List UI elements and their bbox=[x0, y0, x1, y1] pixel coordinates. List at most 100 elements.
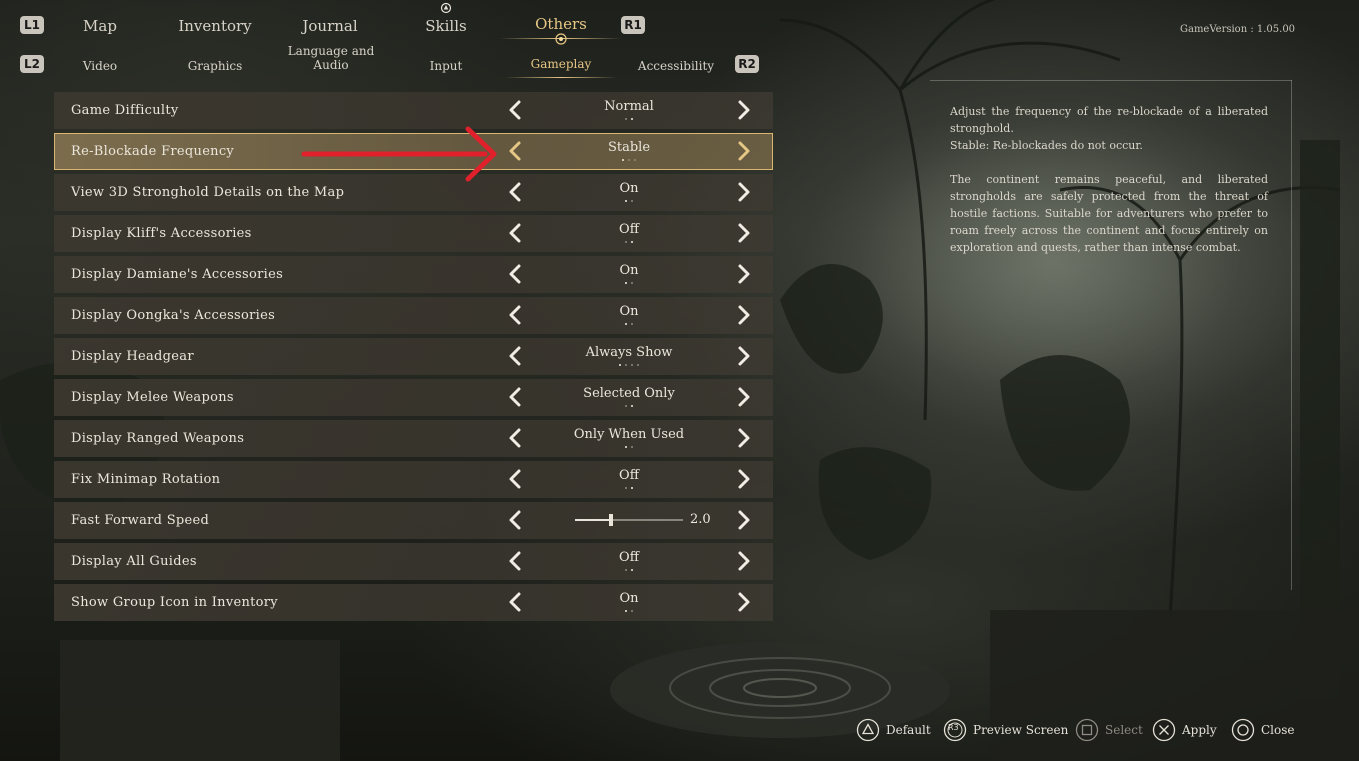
chevron-right-icon[interactable] bbox=[731, 508, 755, 532]
subtab-graphics[interactable]: Graphics bbox=[188, 59, 243, 73]
chevron-right-icon[interactable] bbox=[731, 385, 755, 409]
setting-row[interactable]: Display All Guides Off bbox=[54, 543, 773, 580]
chevron-left-icon[interactable] bbox=[504, 221, 528, 245]
chevron-left-icon[interactable] bbox=[504, 180, 528, 204]
option-dot bbox=[625, 200, 627, 202]
setting-label: Display Damiane's Accessories bbox=[71, 267, 284, 282]
chevron-right-icon[interactable] bbox=[731, 180, 755, 204]
option-dot bbox=[631, 200, 633, 202]
footer-apply[interactable]: Apply bbox=[1152, 718, 1217, 742]
chevron-right-icon[interactable] bbox=[731, 467, 755, 491]
triangle-button-icon bbox=[856, 718, 880, 742]
chevron-right-icon[interactable] bbox=[731, 221, 755, 245]
option-dot bbox=[631, 323, 633, 325]
setting-row[interactable]: Fix Minimap Rotation Off bbox=[54, 461, 773, 498]
setting-row[interactable]: Display Headgear Always Show bbox=[54, 338, 773, 375]
slider-value: 2.0 bbox=[690, 512, 711, 527]
slider-handle[interactable] bbox=[608, 514, 613, 526]
footer-close[interactable]: Close bbox=[1231, 718, 1295, 742]
setting-row[interactable]: Display Ranged Weapons Only When Used bbox=[54, 420, 773, 457]
footer-close-label: Close bbox=[1261, 723, 1295, 737]
r2-button-badge[interactable]: R2 bbox=[735, 55, 759, 73]
footer-preview-screen[interactable]: R3 Preview Screen bbox=[943, 718, 1068, 742]
chevron-left-icon[interactable] bbox=[504, 303, 528, 327]
setting-value: Stable bbox=[607, 140, 651, 155]
active-tab-indicator-icon bbox=[555, 33, 567, 45]
chevron-right-icon[interactable] bbox=[731, 139, 755, 163]
chevron-right-icon[interactable] bbox=[731, 303, 755, 327]
setting-row[interactable]: Show Group Icon in Inventory On bbox=[54, 584, 773, 621]
tab-map[interactable]: Map bbox=[83, 17, 117, 35]
option-dot bbox=[622, 159, 624, 161]
setting-value: Normal bbox=[604, 99, 654, 114]
option-dot bbox=[625, 323, 627, 325]
setting-value: On bbox=[619, 304, 639, 319]
description-panel: Adjust the frequency of the re-blockade … bbox=[950, 103, 1268, 273]
footer-apply-label: Apply bbox=[1182, 723, 1217, 737]
chevron-left-icon[interactable] bbox=[504, 344, 528, 368]
setting-row[interactable]: Display Kliff's Accessories Off bbox=[54, 215, 773, 252]
chevron-left-icon[interactable] bbox=[504, 262, 528, 286]
footer-select: Select bbox=[1075, 718, 1143, 742]
fast-forward-slider[interactable] bbox=[575, 514, 683, 526]
chevron-left-icon[interactable] bbox=[504, 98, 528, 122]
chevron-left-icon[interactable] bbox=[504, 549, 528, 573]
chevron-left-icon[interactable] bbox=[504, 139, 528, 163]
subtab-input[interactable]: Input bbox=[430, 59, 463, 73]
setting-label: Show Group Icon in Inventory bbox=[71, 595, 278, 610]
setting-value: On bbox=[619, 591, 639, 606]
l1-button-badge[interactable]: L1 bbox=[20, 16, 44, 34]
setting-row[interactable]: Game Difficulty Normal bbox=[54, 92, 773, 129]
setting-label: Display Oongka's Accessories bbox=[71, 308, 276, 323]
subtab-active-underline bbox=[505, 77, 617, 78]
option-dot bbox=[625, 118, 627, 120]
option-indicator-dots bbox=[529, 323, 729, 325]
r1-button-badge[interactable]: R1 bbox=[621, 16, 645, 34]
tab-skills[interactable]: Skills bbox=[425, 17, 466, 35]
option-indicator-dots bbox=[529, 487, 729, 489]
chevron-right-icon[interactable] bbox=[731, 426, 755, 450]
chevron-left-icon[interactable] bbox=[504, 467, 528, 491]
description-summary: Adjust the frequency of the re-blockade … bbox=[950, 105, 1268, 135]
option-dot bbox=[631, 610, 633, 612]
skills-notification-icon bbox=[440, 2, 452, 14]
setting-label: Display Melee Weapons bbox=[71, 390, 234, 405]
option-dot bbox=[625, 610, 627, 612]
setting-row[interactable]: Fast Forward Speed 2.0 bbox=[54, 502, 773, 539]
description-option: Stable: Re-blockades do not occur. bbox=[950, 139, 1143, 152]
subtab-gameplay[interactable]: Gameplay bbox=[531, 57, 592, 71]
tab-inventory[interactable]: Inventory bbox=[178, 17, 251, 35]
chevron-left-icon[interactable] bbox=[504, 426, 528, 450]
option-indicator-dots bbox=[529, 241, 729, 243]
chevron-right-icon[interactable] bbox=[731, 98, 755, 122]
option-indicator-dots bbox=[529, 159, 729, 161]
footer-select-label: Select bbox=[1105, 723, 1143, 737]
chevron-right-icon[interactable] bbox=[731, 344, 755, 368]
r3-badge-label: R3 bbox=[948, 723, 959, 732]
chevron-right-icon[interactable] bbox=[731, 262, 755, 286]
option-dot bbox=[625, 282, 627, 284]
option-dot bbox=[634, 159, 636, 161]
chevron-left-icon[interactable] bbox=[504, 508, 528, 532]
subtab-video[interactable]: Video bbox=[83, 59, 117, 73]
subtab-accessibility[interactable]: Accessibility bbox=[638, 59, 714, 73]
subtab-language-audio[interactable]: Language and Audio bbox=[283, 44, 379, 72]
setting-row[interactable]: Display Damiane's Accessories On bbox=[54, 256, 773, 293]
chevron-right-icon[interactable] bbox=[731, 549, 755, 573]
setting-label: Display Headgear bbox=[71, 349, 194, 364]
circle-button-icon bbox=[1231, 718, 1255, 742]
setting-row[interactable]: Display Melee Weapons Selected Only bbox=[54, 379, 773, 416]
chevron-right-icon[interactable] bbox=[731, 590, 755, 614]
option-dot bbox=[631, 569, 633, 571]
option-dot bbox=[628, 159, 630, 161]
l2-button-badge[interactable]: L2 bbox=[20, 55, 44, 73]
tab-others[interactable]: Others bbox=[535, 15, 587, 33]
chevron-left-icon[interactable] bbox=[504, 590, 528, 614]
option-dot bbox=[619, 364, 621, 366]
panel-border-top bbox=[930, 80, 1292, 81]
option-dot bbox=[631, 118, 633, 120]
setting-row[interactable]: Display Oongka's Accessories On bbox=[54, 297, 773, 334]
chevron-left-icon[interactable] bbox=[504, 385, 528, 409]
tab-journal[interactable]: Journal bbox=[302, 17, 357, 35]
footer-default[interactable]: Default bbox=[856, 718, 931, 742]
